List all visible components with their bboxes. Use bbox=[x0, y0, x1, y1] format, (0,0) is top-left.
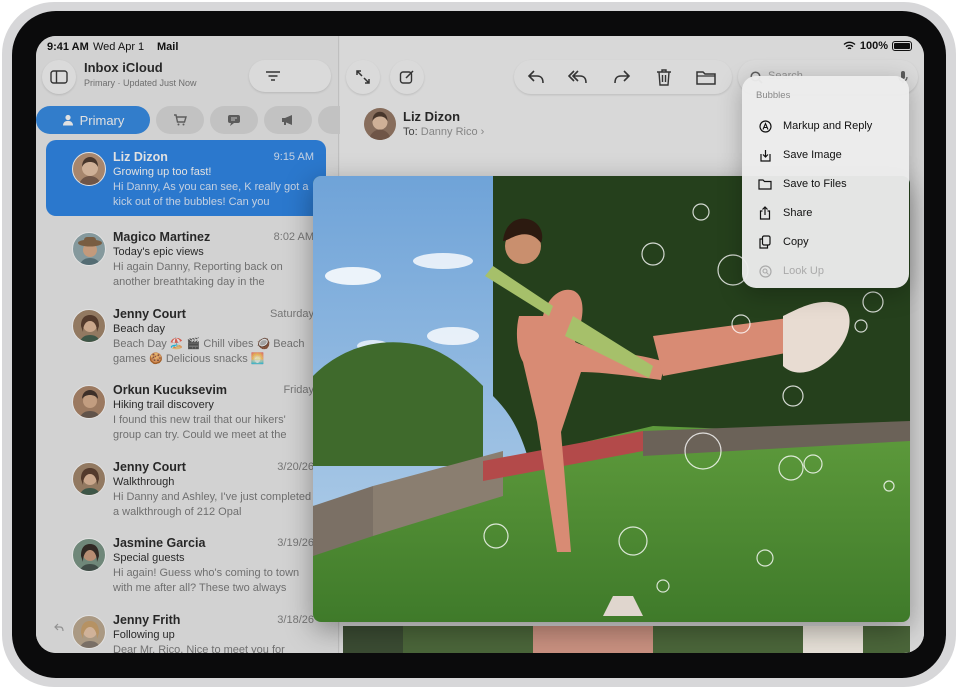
save-image-icon bbox=[757, 147, 773, 163]
menu-item-copy[interactable]: Copy bbox=[742, 228, 909, 256]
folder-icon bbox=[757, 176, 773, 192]
menu-item-label: Look Up bbox=[783, 265, 824, 277]
menu-item-share[interactable]: Share bbox=[742, 199, 909, 227]
status-date: Wed Apr 1 bbox=[93, 41, 145, 53]
status-time: 9:41 AM bbox=[47, 41, 89, 53]
menu-item-label: Share bbox=[783, 207, 813, 219]
copy-icon bbox=[757, 234, 773, 250]
menu-item-save-image[interactable]: Save Image bbox=[742, 141, 909, 169]
menu-item-save-to-files[interactable]: Save to Files bbox=[742, 170, 909, 198]
markup-icon bbox=[757, 118, 773, 134]
share-icon bbox=[757, 205, 773, 221]
menu-item-look-up[interactable]: Look Up bbox=[742, 257, 909, 285]
menu-item-label: Copy bbox=[783, 236, 809, 248]
screen: Inbox iCloud Primary · Updated Just Now … bbox=[36, 36, 924, 653]
photo-background-echo bbox=[343, 626, 910, 653]
status-app-name: Mail bbox=[157, 41, 179, 53]
image-context-menu: Bubbles Markup and Reply Save Image Save… bbox=[742, 76, 909, 288]
status-right: 100% bbox=[843, 40, 912, 52]
menu-item-label: Save to Files bbox=[783, 178, 847, 190]
wifi-icon bbox=[843, 41, 856, 50]
status-bar: 9:41 AM Wed Apr 1 Mail 100% bbox=[36, 36, 924, 58]
menu-item-label: Save Image bbox=[783, 149, 842, 161]
battery-icon bbox=[892, 41, 912, 51]
menu-item-markup-and-reply[interactable]: Markup and Reply bbox=[742, 112, 909, 140]
menu-item-label: Markup and Reply bbox=[783, 120, 873, 132]
battery-percent: 100% bbox=[859, 40, 888, 52]
menu-title: Bubbles bbox=[756, 90, 791, 101]
look-up-icon bbox=[757, 263, 773, 279]
